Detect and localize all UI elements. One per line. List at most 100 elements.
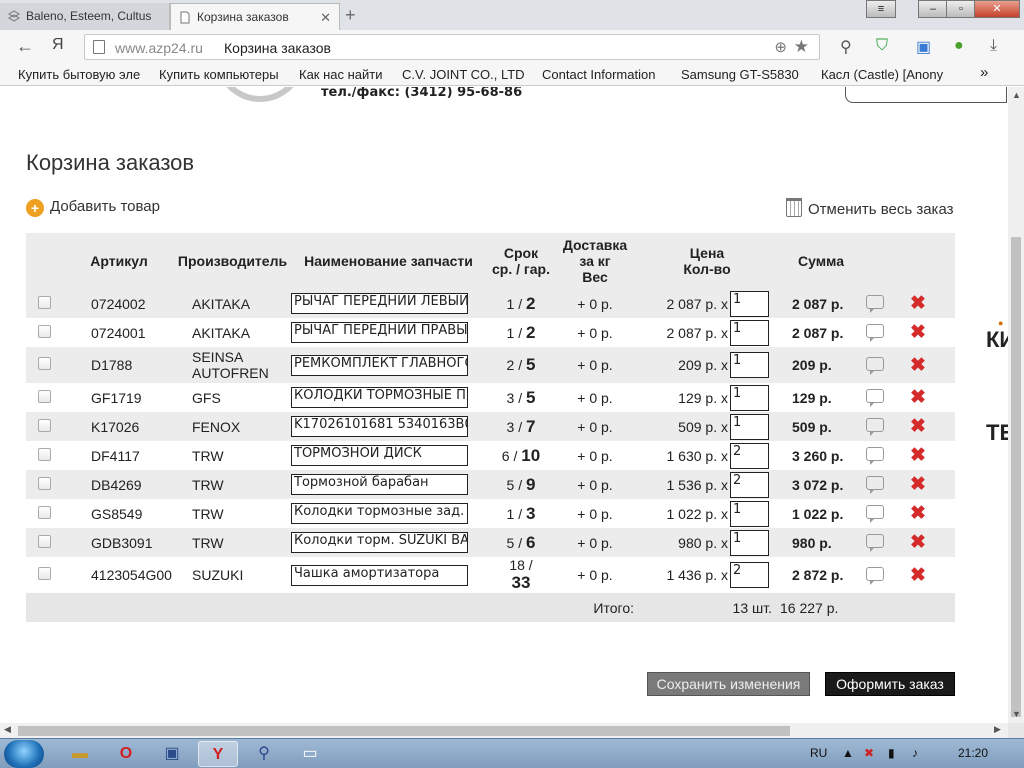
comment-icon[interactable] bbox=[866, 566, 884, 585]
delete-row-icon[interactable]: ✖ bbox=[910, 416, 926, 437]
comment-icon[interactable] bbox=[866, 418, 884, 436]
explorer-icon[interactable]: ▬ bbox=[60, 741, 100, 767]
minimize-icon[interactable]: – bbox=[918, 0, 948, 18]
row-checkbox[interactable] bbox=[38, 447, 51, 461]
more-bookmarks-icon[interactable]: » bbox=[980, 64, 988, 81]
quantity-input[interactable]: 1 bbox=[730, 319, 769, 346]
bookmark-item[interactable]: Купить бытовую эле bbox=[18, 67, 146, 82]
bookmark-item[interactable]: Samsung GT-S5830 bbox=[681, 67, 808, 82]
quantity-input[interactable]: 1 bbox=[730, 384, 769, 411]
row-checkbox[interactable] bbox=[38, 476, 51, 490]
start-button[interactable] bbox=[4, 740, 44, 768]
row-checkbox[interactable] bbox=[38, 324, 51, 338]
extension-icon[interactable]: ▣ bbox=[916, 37, 931, 57]
comment-icon[interactable] bbox=[866, 356, 884, 375]
save-changes-button[interactable]: Сохранить изменения bbox=[647, 672, 810, 696]
language-indicator[interactable]: RU bbox=[810, 746, 827, 760]
horizontal-scrollbar[interactable]: ◀ ▶ bbox=[0, 723, 1008, 738]
tab-cart[interactable]: Корзина заказов ✕ bbox=[170, 3, 340, 30]
delete-row-icon[interactable]: ✖ bbox=[910, 445, 926, 466]
volume-icon[interactable]: ♪ bbox=[912, 746, 918, 760]
quantity-input[interactable]: 1 bbox=[730, 500, 769, 527]
bookmark-item[interactable]: C.V. JOINT CO., LTD bbox=[402, 67, 528, 82]
clock[interactable]: 21:20 bbox=[958, 746, 988, 760]
menu-icon[interactable]: ≡ bbox=[866, 0, 896, 18]
quantity-input[interactable]: 2 bbox=[730, 562, 769, 588]
row-checkbox[interactable] bbox=[38, 505, 51, 519]
row-checkbox[interactable] bbox=[38, 389, 51, 403]
comment-icon[interactable] bbox=[866, 389, 884, 407]
comment-icon[interactable] bbox=[866, 295, 884, 313]
vertical-scrollbar[interactable]: ▲ ▼ bbox=[1008, 87, 1024, 723]
close-tab-icon[interactable]: ✕ bbox=[320, 10, 331, 26]
yandex-icon[interactable]: Я bbox=[52, 36, 64, 54]
part-name-input[interactable]: РЫЧАГ ПЕРЕДНИЙ ЛЕВЫЙ bbox=[291, 293, 468, 314]
quantity-input[interactable]: 1 bbox=[730, 529, 769, 556]
bookmark-item[interactable]: Contact Information bbox=[542, 67, 655, 82]
part-name-input[interactable]: КОЛОДКИ ТОРМОЗНЫЕ ПЕ bbox=[291, 387, 468, 408]
comment-icon[interactable] bbox=[866, 534, 884, 552]
delete-row-icon[interactable]: ✖ bbox=[910, 503, 926, 524]
bookmark-item[interactable]: Купить компьютеры bbox=[159, 67, 286, 82]
extension-search-icon[interactable]: ⚲ bbox=[840, 37, 852, 57]
quantity-input[interactable]: 1 bbox=[730, 352, 769, 378]
download-icon[interactable]: ⤓ bbox=[990, 37, 997, 55]
add-item-button[interactable]: + Добавить товар bbox=[26, 198, 160, 217]
row-checkbox[interactable] bbox=[38, 418, 51, 432]
comment-icon[interactable] bbox=[866, 324, 884, 342]
bookmark-item[interactable]: Как нас найти bbox=[299, 67, 383, 82]
search-app-icon[interactable]: ⚲ bbox=[244, 741, 284, 767]
cancel-order-button[interactable]: Отменить весь заказ bbox=[786, 198, 954, 218]
row-checkbox[interactable] bbox=[38, 357, 51, 370]
delete-row-icon[interactable]: ✖ bbox=[910, 474, 926, 495]
back-icon[interactable]: ← bbox=[16, 36, 34, 57]
close-window-icon[interactable]: ✕ bbox=[974, 0, 1020, 18]
address-bar[interactable]: www.azp24.ru Корзина заказов ⊕ ★ bbox=[84, 34, 820, 60]
tab-baleno[interactable]: Baleno, Esteem, Cultus bbox=[0, 3, 170, 30]
row-checkbox[interactable] bbox=[38, 567, 51, 580]
save-app-icon[interactable]: ▣ bbox=[152, 741, 192, 767]
part-name-input[interactable]: Чашка амортизатора bbox=[291, 564, 468, 586]
scrollbar-thumb[interactable] bbox=[18, 726, 790, 736]
scrollbar-thumb[interactable] bbox=[1011, 237, 1021, 717]
comment-icon[interactable] bbox=[866, 447, 884, 465]
star-icon[interactable]: ★ bbox=[794, 37, 809, 57]
network-error-icon[interactable]: ✖ bbox=[864, 746, 874, 760]
opera-icon[interactable]: O bbox=[106, 741, 146, 767]
delete-row-icon[interactable]: ✖ bbox=[910, 532, 926, 553]
part-name-input[interactable]: РЫЧАГ ПЕРЕДНИЙ ПРАВЫЙ bbox=[291, 322, 468, 343]
signal-icon[interactable]: ▮ bbox=[888, 746, 895, 760]
delete-row-icon[interactable]: ✖ bbox=[910, 293, 926, 314]
scroll-up-icon[interactable]: ▲ bbox=[1012, 90, 1021, 100]
delete-row-icon[interactable]: ✖ bbox=[910, 387, 926, 408]
delete-row-icon[interactable]: ✖ bbox=[910, 565, 926, 586]
scroll-left-icon[interactable]: ◀ bbox=[4, 724, 11, 735]
zoom-icon[interactable]: ⊕ bbox=[774, 38, 787, 56]
yandex-browser-icon[interactable]: Y bbox=[198, 741, 238, 767]
quantity-input[interactable]: 1 bbox=[730, 290, 769, 317]
scroll-right-icon[interactable]: ▶ bbox=[994, 724, 1001, 735]
quantity-input[interactable]: 2 bbox=[730, 442, 769, 469]
part-name-input[interactable]: Колодки торм. SUZUKI BAL bbox=[291, 532, 468, 553]
tray-up-icon[interactable]: ▲ bbox=[842, 746, 854, 760]
row-checkbox[interactable] bbox=[38, 295, 51, 309]
place-order-button[interactable]: Оформить заказ bbox=[825, 672, 955, 696]
window-app-icon[interactable]: ▭ bbox=[290, 741, 330, 767]
comment-icon[interactable] bbox=[866, 505, 884, 523]
quantity-input[interactable]: 1 bbox=[730, 413, 769, 440]
part-name-input[interactable]: Колодки тормозные зад. S bbox=[291, 503, 468, 524]
restore-icon[interactable]: ▫ bbox=[946, 0, 976, 18]
site-search-box[interactable] bbox=[845, 87, 1007, 103]
bookmark-item[interactable]: Касл (Castle) [Anony bbox=[821, 67, 950, 82]
quantity-input[interactable]: 2 bbox=[730, 471, 769, 498]
shield-icon[interactable]: ⛉ bbox=[876, 37, 888, 55]
extension-bug-icon[interactable]: ● bbox=[954, 37, 964, 55]
row-checkbox[interactable] bbox=[38, 534, 51, 548]
part-name-input[interactable]: ТОРМОЗНОЙ ДИСК bbox=[291, 445, 468, 466]
delete-row-icon[interactable]: ✖ bbox=[910, 322, 926, 343]
part-name-input[interactable]: РЕМКОМПЛЕКТ ГЛАВНОГО bbox=[291, 354, 468, 376]
delete-row-icon[interactable]: ✖ bbox=[910, 355, 926, 376]
part-name-input[interactable]: K17026101681 5340163B0 bbox=[291, 416, 468, 437]
comment-icon[interactable] bbox=[866, 476, 884, 494]
new-tab-icon[interactable]: + bbox=[345, 5, 356, 26]
